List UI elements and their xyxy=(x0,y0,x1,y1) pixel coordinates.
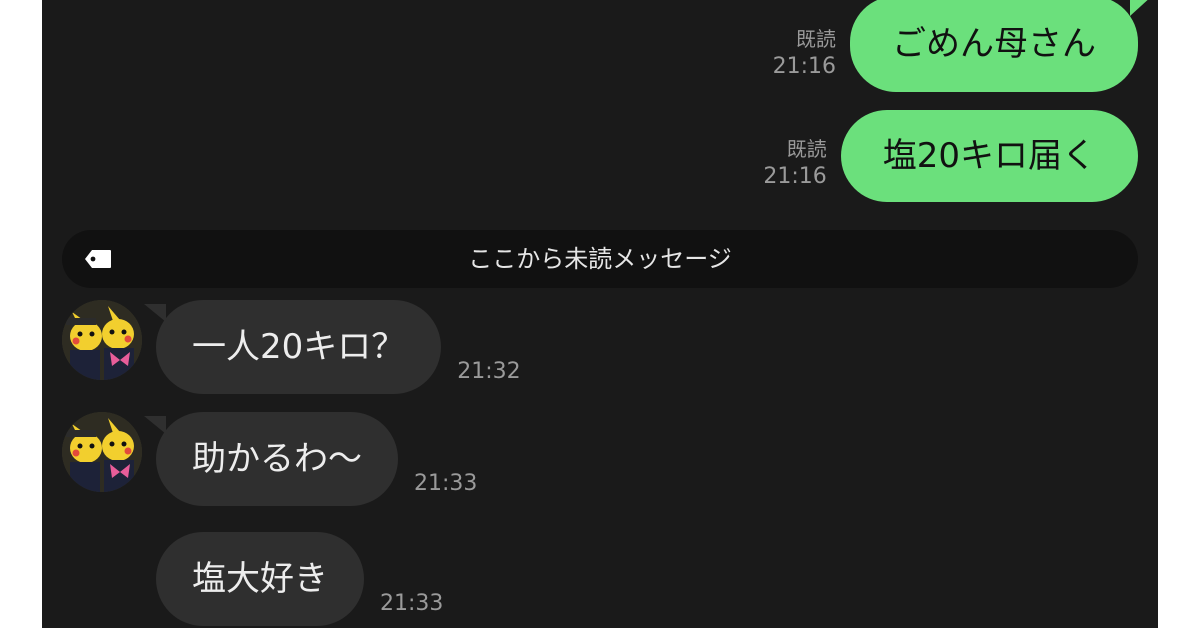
bubble-tail xyxy=(144,416,166,434)
message-time: 21:16 xyxy=(772,54,836,79)
pikachu-avatar[interactable] xyxy=(62,412,142,492)
unread-divider: ここから未読メッセージ xyxy=(62,230,1138,288)
message-text: 一人20キロ？ xyxy=(192,327,406,367)
pikachu-avatar[interactable] xyxy=(62,300,142,380)
message-text: 塩20キロ届く xyxy=(882,136,1096,176)
message-time: 21:16 xyxy=(763,164,827,189)
message-time: 21:32 xyxy=(457,359,521,384)
outgoing-bubble[interactable]: 塩20キロ届く xyxy=(840,110,1138,202)
outgoing-message: 既読 21:16 ごめん母さん xyxy=(773,0,1152,92)
outgoing-message: 既読 21:16 塩20キロ届く xyxy=(763,110,1138,202)
bubble-tail xyxy=(144,304,166,322)
tag-icon xyxy=(85,250,111,268)
incoming-bubble[interactable]: 塩大好き xyxy=(156,532,364,626)
incoming-message: 助かるわ〜 21:33 xyxy=(62,412,477,506)
pikachu-avatar-image xyxy=(62,412,142,492)
message-text: 助かるわ〜 xyxy=(192,439,362,479)
unread-divider-label: ここから未読メッセージ xyxy=(468,245,732,273)
message-text: ごめん母さん xyxy=(892,24,1096,64)
message-text: 塩大好き xyxy=(192,559,328,599)
read-receipt: 既読 xyxy=(796,27,836,51)
chat-view: 既読 21:16 ごめん母さん 既読 21:16 塩20キロ届く ここから未読メ… xyxy=(42,0,1158,628)
message-time: 21:33 xyxy=(414,471,478,496)
pikachu-avatar-image xyxy=(62,300,142,380)
message-time: 21:33 xyxy=(380,591,444,616)
message-meta: 既読 21:16 xyxy=(773,26,836,82)
outgoing-bubble[interactable]: ごめん母さん xyxy=(850,0,1152,92)
bubble-tail xyxy=(1130,0,1152,16)
read-receipt: 既読 xyxy=(786,137,827,161)
incoming-bubble[interactable]: 一人20キロ？ xyxy=(144,300,442,394)
message-meta: 既読 21:16 xyxy=(763,136,826,192)
incoming-bubble[interactable]: 助かるわ〜 xyxy=(144,412,398,506)
incoming-message: 塩大好き 21:33 xyxy=(62,532,443,626)
incoming-message: 一人20キロ？ 21:32 xyxy=(62,300,521,394)
